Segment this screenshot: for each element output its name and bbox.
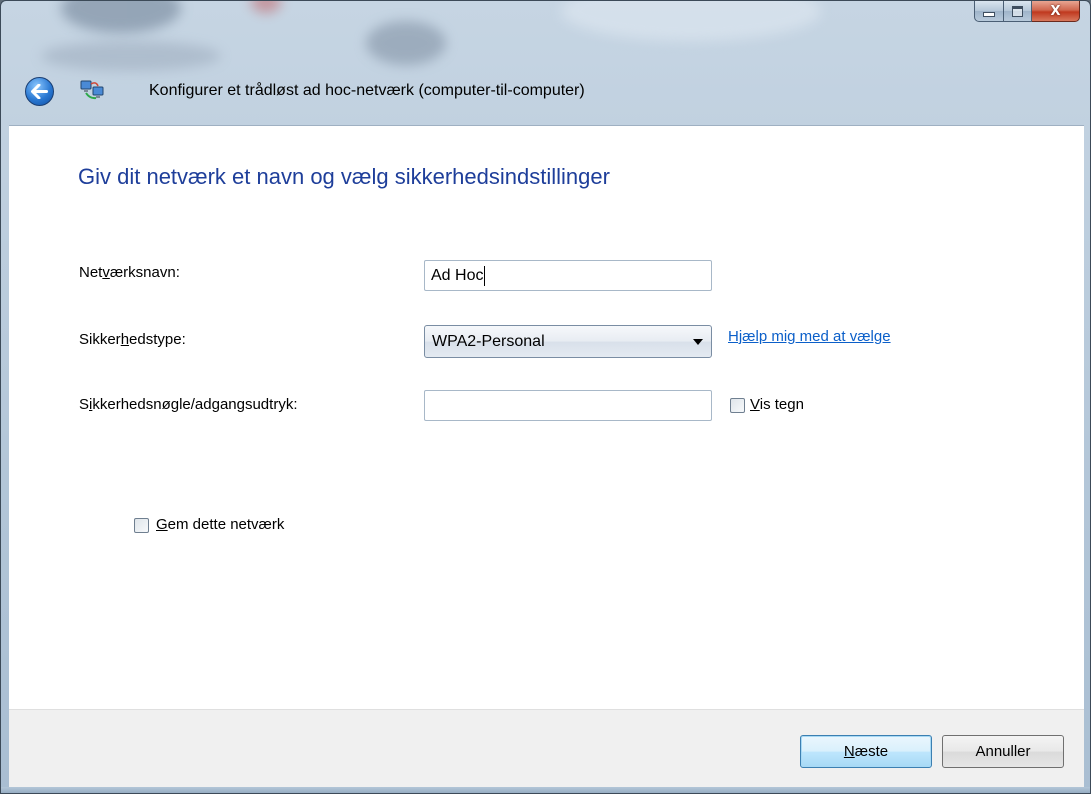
save-network-label[interactable]: Gem dette netværk (156, 516, 284, 533)
wizard-window: X Konfigurer et trådløst ad hoc-netværk … (0, 0, 1091, 794)
caption-buttons: X (974, 1, 1080, 23)
window-title: Konfigurer et trådløst ad hoc-netværk (c… (149, 82, 585, 99)
minimize-icon (983, 11, 995, 17)
back-arrow-icon (31, 84, 48, 99)
save-network-checkbox[interactable] (134, 518, 149, 533)
security-key-label: Sikkerhedsnøgle/adgangsudtryk: (79, 396, 298, 413)
security-type-dropdown[interactable]: WPA2-Personal (424, 325, 712, 358)
dropdown-arrow-icon (693, 339, 703, 345)
maximize-button[interactable] (1004, 1, 1032, 22)
security-key-input[interactable] (424, 390, 712, 421)
network-name-label: Netværksnavn: (79, 264, 180, 281)
security-type-value: WPA2-Personal (432, 333, 545, 350)
close-icon: X (1050, 3, 1061, 19)
close-button[interactable]: X (1032, 1, 1080, 22)
show-characters-label[interactable]: Vis tegn (750, 396, 804, 413)
cancel-button[interactable]: Annuller (942, 735, 1064, 768)
help-choose-link[interactable]: Hjælp mig med at vælge (728, 328, 891, 345)
page-heading: Giv dit netværk et navn og vælg sikkerhe… (78, 164, 610, 189)
security-type-label: Sikkerhedstype: (79, 331, 186, 348)
network-computers-icon (80, 80, 104, 100)
minimize-button[interactable] (974, 1, 1004, 22)
wizard-content: Giv dit netværk et navn og vælg sikkerhe… (9, 125, 1084, 710)
next-button[interactable]: Næste (800, 735, 932, 768)
navigation-bar: Konfigurer et trådløst ad hoc-netværk (c… (1, 67, 1090, 117)
maximize-icon (1012, 5, 1023, 17)
wizard-footer: Næste Annuller (9, 709, 1084, 788)
show-characters-checkbox[interactable] (730, 398, 745, 413)
text-caret (484, 265, 486, 286)
window-bottom-border (1, 787, 1090, 793)
back-button[interactable] (25, 77, 54, 106)
network-name-input[interactable]: Ad Hoc (424, 260, 712, 291)
